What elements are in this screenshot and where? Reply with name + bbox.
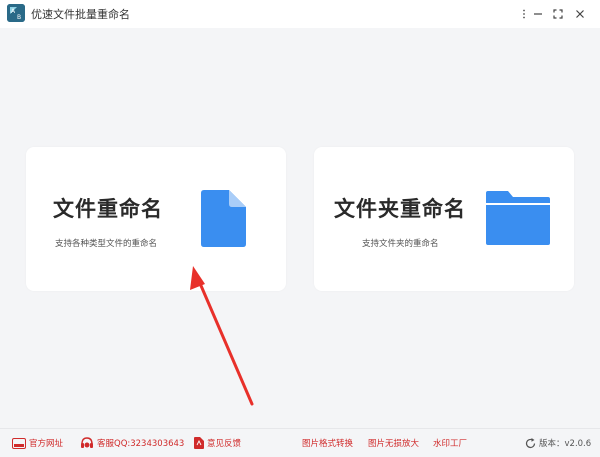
annotation-arrow	[190, 266, 254, 406]
watermark-factory-link[interactable]: 水印工厂	[433, 436, 467, 450]
image-format-convert-link[interactable]: 图片格式转换	[302, 436, 353, 450]
customer-service-label: 客服QQ:3234303643	[97, 439, 185, 449]
website-icon	[12, 437, 26, 449]
customer-service-link[interactable]: 客服QQ:3234303643	[80, 436, 184, 450]
watermark-factory-label: 水印工厂	[433, 439, 468, 449]
refresh-icon	[525, 437, 536, 448]
image-lossless-enlarge-label: 图片无损放大	[368, 439, 420, 449]
version-info[interactable]: 版本：v2.0.6	[525, 436, 591, 450]
headset-icon	[81, 436, 93, 448]
pdf-icon	[194, 437, 204, 449]
footer-bar: 官方网址 客服QQ:3234303643 意见反馈 图片格式转换 图片无损放大 …	[0, 428, 600, 457]
official-website-link[interactable]: 官方网址	[12, 436, 63, 450]
image-format-convert-label: 图片格式转换	[302, 439, 354, 449]
feedback-link[interactable]: 意见反馈	[194, 436, 241, 450]
official-website-label: 官方网址	[29, 439, 64, 449]
version-label: 版本：v2.0.6	[539, 439, 592, 449]
image-lossless-enlarge-link[interactable]: 图片无损放大	[368, 436, 419, 450]
feedback-label: 意见反馈	[207, 439, 242, 449]
